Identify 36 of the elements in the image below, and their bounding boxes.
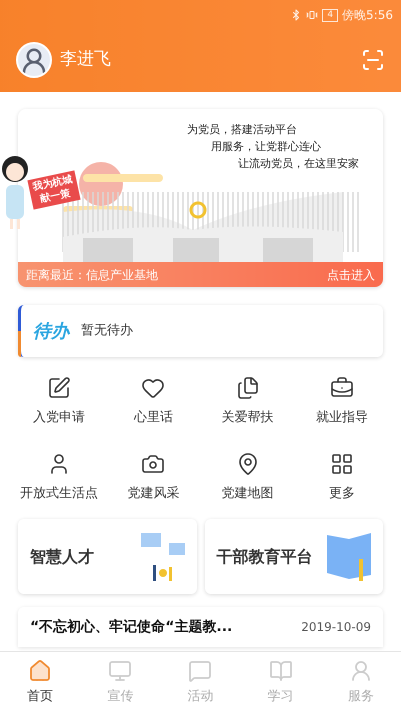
shortcut-item[interactable]: 入党申请 bbox=[12, 367, 106, 437]
shortcut-item[interactable]: 开放式生活点 bbox=[12, 443, 106, 513]
nearest-location: 距离最近：信息产业基地 bbox=[26, 266, 158, 284]
feature-title: 干部教育平台 bbox=[216, 546, 312, 568]
feature-title: 智慧人才 bbox=[30, 546, 94, 568]
home-icon bbox=[28, 659, 52, 684]
battery-icon: 4 bbox=[322, 8, 338, 22]
shortcut-item[interactable]: 就业指导 bbox=[294, 367, 389, 437]
slogan-text: 让流动党员，在这里安家 bbox=[238, 156, 359, 172]
clock-time: 傍晚5:56 bbox=[342, 7, 393, 24]
shortcut-item[interactable]: 心里话 bbox=[106, 367, 200, 437]
news-title: “不忘初心、牢记使命“主题教... bbox=[30, 618, 232, 636]
avatar[interactable] bbox=[16, 42, 52, 78]
feature-card[interactable]: 智慧人才 bbox=[18, 519, 196, 594]
book-icon bbox=[268, 659, 293, 684]
edit-icon bbox=[47, 376, 72, 400]
user-name: 李进飞 bbox=[60, 48, 111, 72]
heart-icon bbox=[141, 376, 166, 400]
feature-card[interactable]: 干部教育平台 bbox=[204, 519, 383, 594]
news-date: 2019-10-09 bbox=[301, 619, 371, 636]
slogan-text: 为党员，搭建活动平台 bbox=[187, 122, 297, 138]
news-card[interactable]: “不忘初心、牢记使命“主题教... 2019-10-09 bbox=[18, 607, 383, 647]
todo-label: 待办 bbox=[33, 320, 69, 344]
grid-icon bbox=[330, 452, 354, 476]
chat-icon bbox=[188, 659, 212, 684]
shortcut-item[interactable]: 关爱帮扶 bbox=[200, 367, 295, 437]
tab[interactable]: 首页 bbox=[0, 652, 80, 714]
shortcut-item[interactable]: 党建地图 bbox=[200, 443, 295, 513]
shortcut-item[interactable]: 更多 bbox=[294, 443, 389, 513]
shortcut-item[interactable]: 党建风采 bbox=[106, 443, 200, 513]
todo-card[interactable]: 待办 暂无待办 bbox=[18, 305, 383, 357]
todo-status: 暂无待办 bbox=[81, 322, 133, 340]
documents-icon bbox=[236, 376, 260, 400]
vibrate-icon bbox=[306, 9, 318, 21]
monitor-icon bbox=[108, 659, 132, 684]
slogan-text: 用服务，让党群心连心 bbox=[211, 139, 321, 155]
